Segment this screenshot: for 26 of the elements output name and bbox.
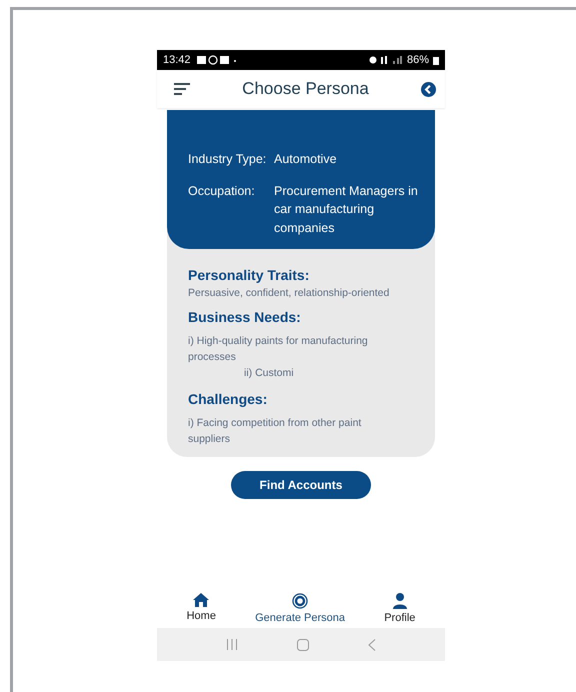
battery-level: 86% (406, 54, 429, 66)
back-icon[interactable] (420, 82, 436, 96)
section-text: ii) Customi (243, 366, 295, 381)
field-label: Occupation: (188, 182, 256, 200)
find-accounts-button[interactable]: Find Accounts (231, 471, 371, 499)
nav-tab[interactable]: Home (186, 593, 216, 624)
battery-icon (433, 56, 439, 64)
notification-icons (196, 55, 237, 65)
section-text: i) Facing competition from other paint suppliers (188, 416, 362, 447)
nav-tab[interactable]: Profile (384, 593, 416, 624)
recent-apps-icon[interactable] (226, 639, 238, 650)
person-icon (392, 593, 407, 609)
status-time: 13:42 (163, 54, 191, 66)
signal-icons (368, 55, 403, 65)
home-button-icon[interactable] (296, 638, 309, 650)
section-heading: Personality Traits: (188, 267, 310, 283)
field-value: Automotive (274, 151, 338, 168)
field-label: Industry Type: (188, 151, 268, 168)
field-value: Procurement Managers in car manufacturing companies (274, 182, 419, 237)
section-heading: Business Needs: (188, 309, 302, 325)
section-heading: Challenges: (188, 391, 268, 407)
menu-icon[interactable] (174, 83, 190, 95)
nav-tab[interactable]: Generate Persona (255, 593, 346, 624)
home-icon (193, 593, 210, 607)
page-title: Choose Persona (242, 79, 369, 99)
section-text: Persuasive, confident, relationship-oriented (188, 286, 390, 300)
